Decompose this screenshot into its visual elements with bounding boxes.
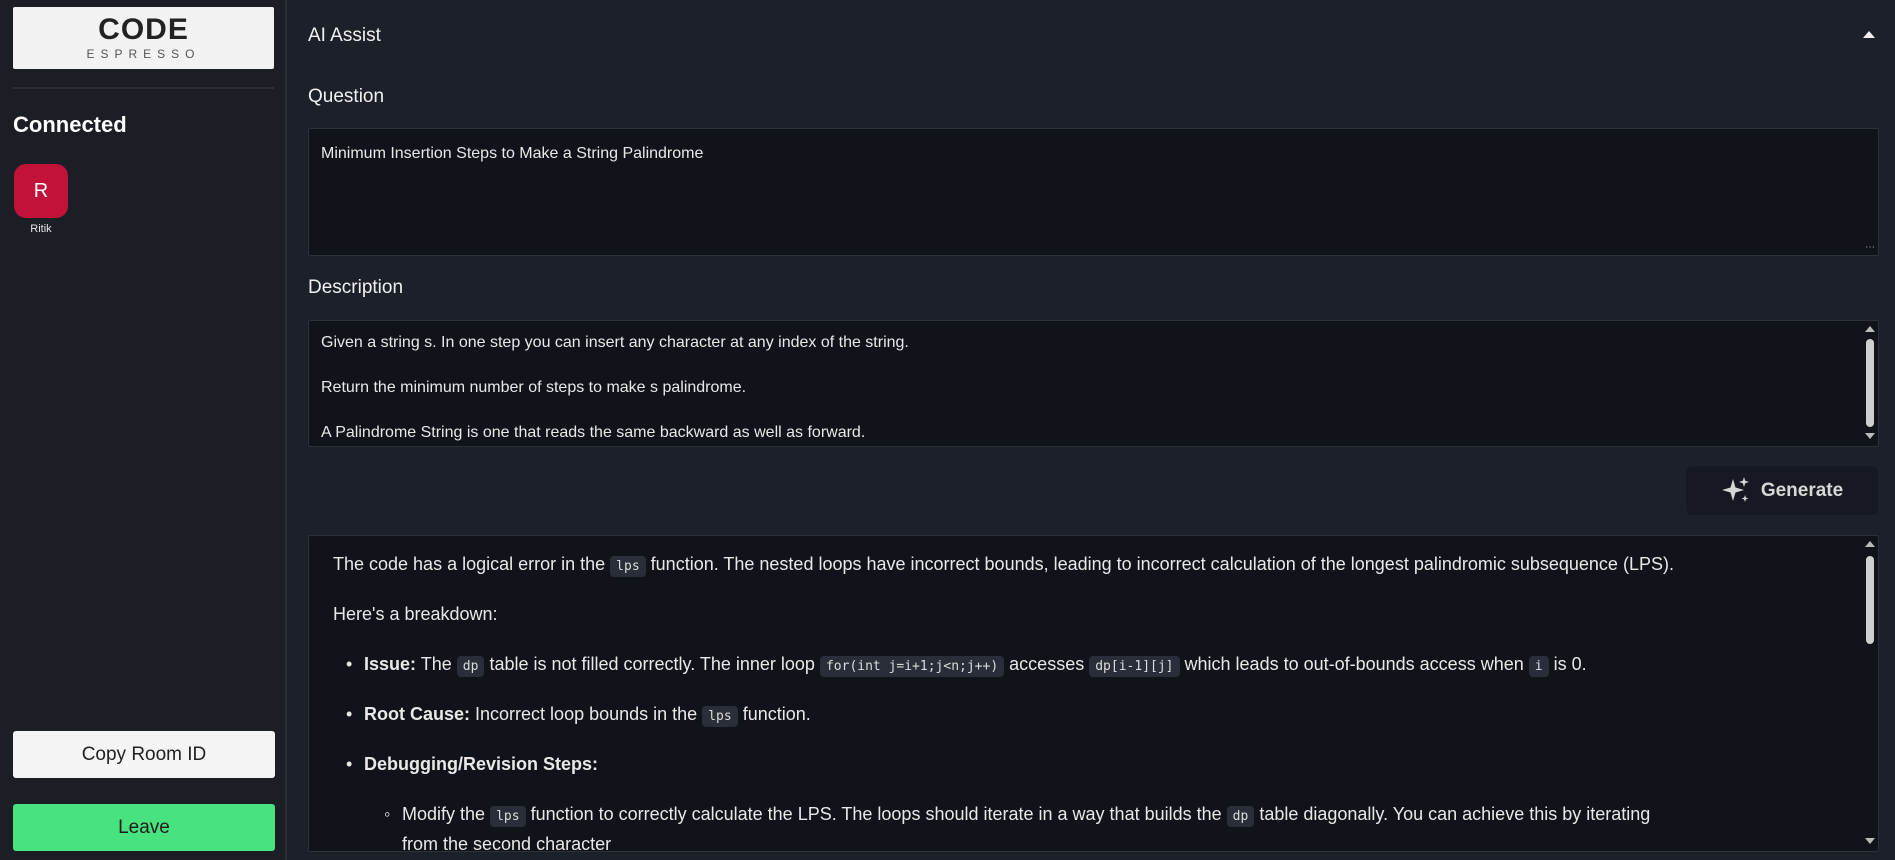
scroll-down-arrow-icon[interactable]: [1865, 838, 1875, 844]
response-text: function.: [742, 704, 811, 724]
response-text: The: [420, 654, 452, 674]
inline-code: dp: [456, 656, 485, 677]
description-input[interactable]: Given a string s. In one step you can in…: [308, 320, 1879, 447]
response-text: which leads to out-of-bounds access when: [1184, 654, 1524, 674]
response-text: table is not filled correctly. The inner…: [489, 654, 815, 674]
list-item: Root Cause: Incorrect loop bounds in the…: [346, 704, 811, 727]
sparkle-icon: [1721, 476, 1749, 502]
ai-assist-title: AI Assist: [308, 25, 381, 46]
list-item: Issue: The dp table is not filled correc…: [346, 654, 1587, 677]
scroll-down-arrow-icon[interactable]: [1865, 433, 1875, 439]
description-label: Description: [308, 277, 404, 298]
sidebar-divider: [13, 87, 274, 89]
sub-list-item-continuation: from the second character: [402, 834, 612, 852]
scroll-thumb[interactable]: [1866, 556, 1874, 644]
logo-subtitle: ESPRESSO: [86, 47, 201, 61]
inline-code: lps: [702, 706, 738, 727]
inline-code: lps: [610, 556, 646, 577]
avatar: R: [14, 164, 68, 218]
scroll-up-arrow-icon[interactable]: [1865, 326, 1875, 332]
question-input[interactable]: Minimum Insertion Steps to Make a String…: [308, 128, 1879, 256]
response-text: is 0.: [1553, 654, 1587, 674]
root-cause-label: Root Cause:: [364, 704, 471, 724]
response-paragraph: The code has a logical error in the lps …: [333, 554, 1674, 577]
inline-code: dp: [1226, 806, 1255, 827]
response-text: Modify the: [402, 804, 486, 824]
question-label: Question: [308, 86, 385, 107]
logo-title: CODE: [98, 13, 189, 46]
debugging-label: Debugging/Revision Steps:: [364, 754, 599, 774]
inline-code: dp[i-1][j]: [1089, 656, 1180, 677]
resize-grip-icon[interactable]: ⋯: [1865, 242, 1875, 253]
description-line: A Palindrome String is one that reads th…: [321, 424, 866, 441]
response-text: Incorrect loop bounds in the: [475, 704, 698, 724]
description-scrollbar[interactable]: [1862, 321, 1878, 446]
avatar-username: Ritik: [30, 223, 52, 235]
description-line: Given a string s. In one step you can in…: [321, 334, 909, 351]
question-value: Minimum Insertion Steps to Make a String…: [321, 145, 704, 162]
scroll-thumb[interactable]: [1866, 339, 1874, 427]
response-scrollbar[interactable]: [1862, 536, 1878, 851]
generate-button[interactable]: Generate: [1686, 466, 1878, 515]
code-espresso-logo: CODE ESPRESSO: [13, 7, 274, 69]
list-item: Debugging/Revision Steps:: [346, 754, 599, 775]
leave-button[interactable]: Leave: [13, 804, 275, 851]
inline-code: lps: [490, 806, 526, 827]
collapse-caret-icon[interactable]: [1863, 31, 1875, 38]
copy-room-id-button[interactable]: Copy Room ID: [13, 731, 275, 778]
ai-assist-panel: AI Assist Question Minimum Insertion Ste…: [289, 0, 1895, 860]
sidebar: CODE ESPRESSO Connected R Ritik Copy Roo…: [0, 0, 287, 860]
inline-code: for(int j=i+1;j<n;j++): [819, 656, 1005, 677]
response-paragraph: Here's a breakdown:: [333, 604, 498, 624]
connected-heading: Connected: [13, 112, 127, 137]
scroll-up-arrow-icon[interactable]: [1865, 541, 1875, 547]
description-line: Return the minimum number of steps to ma…: [321, 379, 747, 396]
generate-button-label: Generate: [1760, 479, 1844, 501]
response-text: function. The nested loops have incorrec…: [650, 554, 1674, 574]
response-text: table diagonally. You can achieve this b…: [1259, 804, 1651, 824]
response-text: accesses: [1009, 654, 1085, 674]
issue-label: Issue:: [364, 654, 417, 674]
inline-code: i: [1528, 656, 1549, 677]
response-text: function to correctly calculate the LPS.…: [530, 804, 1222, 824]
response-text: The code has a logical error in the: [333, 554, 606, 574]
sub-list-item: Modify the lps function to correctly cal…: [384, 804, 1651, 827]
ai-response-panel[interactable]: The code has a logical error in the lps …: [308, 535, 1879, 852]
